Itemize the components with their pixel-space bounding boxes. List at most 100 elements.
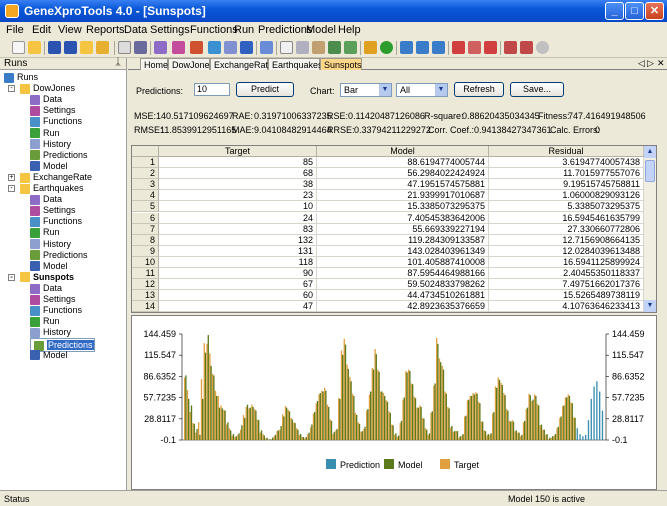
import-icon[interactable] — [80, 41, 93, 54]
grid-header-target[interactable]: Target — [159, 146, 317, 157]
cell-residual[interactable]: 27.330660772806 — [489, 223, 644, 235]
cell-model[interactable]: 143.028403961349 — [317, 245, 489, 257]
cell-target[interactable]: 67 — [159, 279, 317, 291]
range-select[interactable]: All ▼ — [396, 83, 448, 97]
stop-icon[interactable] — [536, 41, 549, 54]
tree-item-functions[interactable]: Functions — [30, 116, 82, 128]
cell-target[interactable]: 118 — [159, 256, 317, 268]
menu-help[interactable]: Help — [338, 24, 361, 36]
tree-item-sunspots[interactable]: - Sunspots — [8, 272, 74, 283]
save-button[interactable]: Save... — [510, 82, 564, 97]
cell-residual[interactable]: 7.49751662017376 — [489, 279, 644, 291]
cell-residual[interactable]: 4.10763646233413 — [489, 301, 644, 313]
cell-residual[interactable]: 5.3385073295375 — [489, 201, 644, 213]
table-row[interactable]: 5 10 15.3385073295375 5.3385073295375 — [132, 201, 644, 213]
tree-item-data[interactable]: Data — [30, 94, 62, 105]
cell-model[interactable]: 87.5954464988166 — [317, 268, 489, 279]
tree3-icon[interactable] — [432, 41, 445, 54]
minimize-button[interactable]: _ — [605, 2, 624, 20]
table-row[interactable]: 2 68 56.2984022424924 11.7015977557076 — [132, 168, 644, 180]
menu-model[interactable]: Model — [306, 24, 336, 36]
scroll-down-icon[interactable]: ▼ — [644, 300, 656, 312]
cell-model[interactable]: 21.9399917010687 — [317, 190, 489, 202]
cell-residual[interactable]: 12.7156908664135 — [489, 234, 644, 246]
tree-item-settings[interactable]: Settings — [30, 105, 76, 116]
chart-icon[interactable] — [328, 41, 341, 54]
tree-item-data[interactable]: Data — [30, 283, 62, 294]
cell-model[interactable]: 42.8923635376659 — [317, 301, 489, 313]
open-folder-icon[interactable] — [28, 41, 41, 54]
menu-file[interactable]: File — [6, 24, 24, 36]
cell-residual[interactable]: 11.7015977557076 — [489, 168, 644, 180]
tree-item-run[interactable]: Run — [30, 316, 60, 327]
tab-earthquakes[interactable]: Earthquakes — [268, 58, 323, 70]
history-icon[interactable] — [224, 41, 237, 54]
scroll-thumb[interactable] — [645, 160, 655, 182]
tree2-icon[interactable] — [416, 41, 429, 54]
expand-icon[interactable]: + — [8, 173, 15, 181]
new-icon[interactable] — [12, 41, 25, 54]
print-icon[interactable] — [118, 41, 131, 54]
tab-left-arrow-icon[interactable]: ◁ — [638, 58, 645, 69]
cell-target[interactable]: 24 — [159, 212, 317, 224]
tree-item-history[interactable]: History — [30, 139, 71, 150]
tree-item-dowjones[interactable]: - DowJones — [8, 83, 75, 94]
tree-item-run[interactable]: Run — [30, 128, 60, 139]
shield-icon[interactable] — [240, 41, 253, 54]
table-row[interactable]: 4 23 21.9399917010687 1.06000829093126 — [132, 190, 644, 202]
cell-residual[interactable]: 2.40455350118337 — [489, 268, 644, 279]
print-preview-icon[interactable] — [134, 41, 147, 54]
grid-scrollbar[interactable]: ▲ ▼ — [643, 146, 656, 312]
tree-item-model[interactable]: Model — [30, 161, 68, 172]
tree-item-model[interactable]: Model — [30, 261, 68, 272]
table-row[interactable]: 10 118 101.405887410008 16.5941125899924 — [132, 256, 644, 268]
functions-icon[interactable] — [190, 41, 203, 54]
tab-sunspots[interactable]: Sunspots — [320, 58, 362, 70]
table-row[interactable]: 13 60 44.4734510261881 15.5265489738119 — [132, 290, 644, 302]
document-icon[interactable] — [280, 41, 293, 54]
table-row[interactable]: 14 47 42.8923635376659 4.10763646233413 — [132, 301, 644, 313]
tab-close-icon[interactable]: ✕ — [657, 58, 665, 69]
cell-target[interactable]: 23 — [159, 190, 317, 202]
table-row[interactable]: 11 90 87.5954464988166 2.40455350118337 — [132, 268, 644, 279]
pin-icon[interactable] — [260, 41, 273, 54]
menu-settings[interactable]: Settings — [150, 24, 190, 36]
menu-view[interactable]: View — [58, 24, 82, 36]
collapse-icon[interactable]: - — [8, 273, 15, 281]
tree-item-runs[interactable]: Runs — [4, 72, 38, 83]
cell-target[interactable]: 10 — [159, 201, 317, 213]
tree-item-earthquakes[interactable]: - Earthquakes — [8, 183, 84, 194]
menu-functions[interactable]: Functions — [190, 24, 238, 36]
tree-item-model[interactable]: Model — [30, 350, 68, 361]
cell-residual[interactable]: 12.0284039613488 — [489, 245, 644, 257]
maximize-button[interactable]: □ — [625, 2, 644, 20]
cell-model[interactable]: 88.6194774005744 — [317, 157, 489, 168]
table-row[interactable]: 7 83 55.669339227194 27.330660772806 — [132, 223, 644, 235]
predict-button[interactable]: Predict — [236, 82, 294, 97]
report4-icon[interactable] — [504, 41, 517, 54]
tree-item-functions[interactable]: Functions — [30, 305, 82, 316]
menu-run[interactable]: Run — [234, 24, 254, 36]
cell-model[interactable]: 56.2984022424924 — [317, 168, 489, 180]
save-all-icon[interactable] — [64, 41, 77, 54]
cell-residual[interactable]: 1.06000829093126 — [489, 190, 644, 202]
cell-target[interactable]: 68 — [159, 168, 317, 180]
cell-model[interactable]: 55.669339227194 — [317, 223, 489, 235]
cell-target[interactable]: 60 — [159, 290, 317, 302]
menu-predictions[interactable]: Predictions — [258, 24, 312, 36]
cell-model[interactable]: 15.3385073295375 — [317, 201, 489, 213]
save-icon[interactable] — [48, 41, 61, 54]
tab-exchangerate[interactable]: ExchangeRate — [210, 58, 273, 70]
cell-target[interactable]: 90 — [159, 268, 317, 279]
chart2-icon[interactable] — [344, 41, 357, 54]
cell-target[interactable]: 83 — [159, 223, 317, 235]
tab-home[interactable]: Home — [140, 58, 168, 70]
collapse-icon[interactable]: - — [8, 185, 15, 192]
settings-icon[interactable] — [172, 41, 185, 54]
table-row[interactable]: 8 132 119.284309133587 12.7156908664135 — [132, 234, 644, 246]
pin-icon[interactable]: ᛣ — [115, 57, 121, 68]
table-row[interactable]: 3 38 47.1951574575881 9.19515745758811 — [132, 179, 644, 191]
menu-edit[interactable]: Edit — [32, 24, 51, 36]
cell-model[interactable]: 47.1951574575881 — [317, 179, 489, 191]
cell-model[interactable]: 101.405887410008 — [317, 256, 489, 268]
